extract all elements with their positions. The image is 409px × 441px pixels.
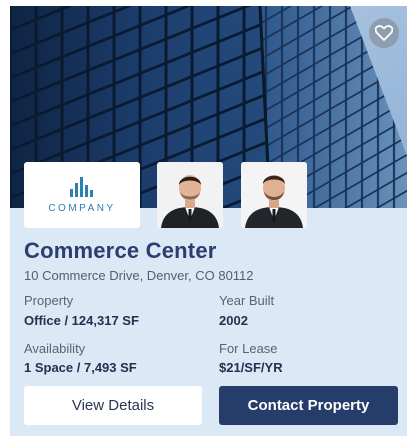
heart-icon (375, 25, 393, 41)
property-address: 10 Commerce Drive, Denver, CO 80112 (24, 268, 254, 283)
property-value: Office / 124,317 SF (24, 313, 139, 328)
company-logo: COMPANY (24, 162, 140, 228)
view-details-button[interactable]: View Details (24, 386, 202, 425)
property-title[interactable]: Commerce Center (24, 238, 217, 264)
company-logo-text: COMPANY (48, 202, 116, 214)
agent-avatar[interactable] (241, 162, 307, 228)
contact-property-button[interactable]: Contact Property (219, 386, 398, 425)
property-card[interactable]: COMPANY Commerce Center 10 Commerce Driv… (10, 6, 407, 436)
agent-avatar[interactable] (157, 162, 223, 228)
for-lease-label: For Lease (219, 341, 278, 356)
favorite-button[interactable] (369, 18, 399, 48)
year-built-label: Year Built (219, 293, 275, 308)
bar-chart-logo-icon (70, 176, 93, 197)
availability-value: 1 Space / 7,493 SF (24, 360, 137, 375)
availability-label: Availability (24, 341, 86, 356)
property-label: Property (24, 293, 74, 308)
agent-photo (241, 162, 307, 228)
for-lease-value: $21/SF/YR (219, 360, 283, 375)
agent-photo (157, 162, 223, 228)
year-built-value: 2002 (219, 313, 248, 328)
